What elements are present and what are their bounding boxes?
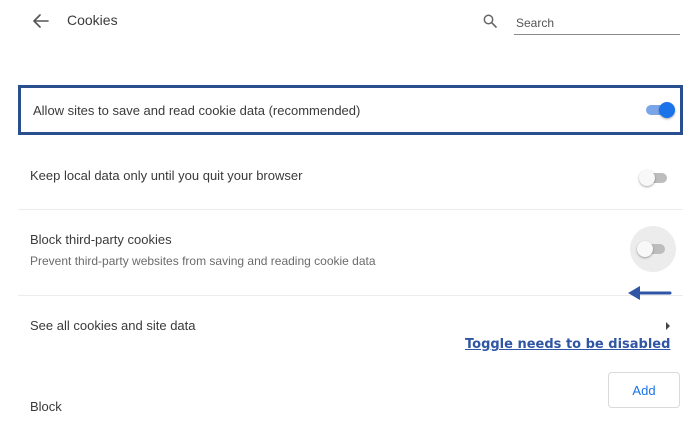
block-third-party-description: Prevent third-party websites from saving… <box>30 254 376 268</box>
annotation-arrow-icon <box>628 286 672 300</box>
keep-local-data-label: Keep local data only until you quit your… <box>30 168 303 183</box>
cookies-settings-page: Cookies Allow sites to save and read coo… <box>0 0 683 427</box>
toggle-knob <box>637 241 653 257</box>
search-icon <box>483 14 497 28</box>
arrow-left-icon <box>33 14 49 28</box>
block-row: Block Add <box>18 372 683 427</box>
block-third-party-label: Block third-party cookies <box>30 232 172 247</box>
see-all-cookies-label: See all cookies and site data <box>30 318 196 333</box>
search-box <box>483 8 680 36</box>
allow-cookies-label: Allow sites to save and read cookie data… <box>33 103 361 118</box>
page-title: Cookies <box>67 12 118 28</box>
keep-local-data-toggle[interactable] <box>639 170 670 186</box>
block-third-party-toggle[interactable] <box>637 241 668 257</box>
allow-cookies-toggle[interactable] <box>643 102 675 118</box>
add-block-button[interactable]: Add <box>608 372 680 408</box>
search-input[interactable] <box>514 12 680 35</box>
toggle-knob <box>639 170 655 186</box>
block-section-label: Block <box>30 399 62 414</box>
keep-local-data-row: Keep local data only until you quit your… <box>18 147 683 210</box>
block-third-party-row: Block third-party cookies Prevent third-… <box>18 210 683 296</box>
annotation-text: Toggle needs to be disabled <box>465 337 671 352</box>
back-button[interactable] <box>30 10 52 32</box>
toggle-knob <box>659 102 675 118</box>
chevron-right-icon[interactable] <box>663 320 673 332</box>
allow-cookies-row: Allow sites to save and read cookie data… <box>18 85 683 135</box>
